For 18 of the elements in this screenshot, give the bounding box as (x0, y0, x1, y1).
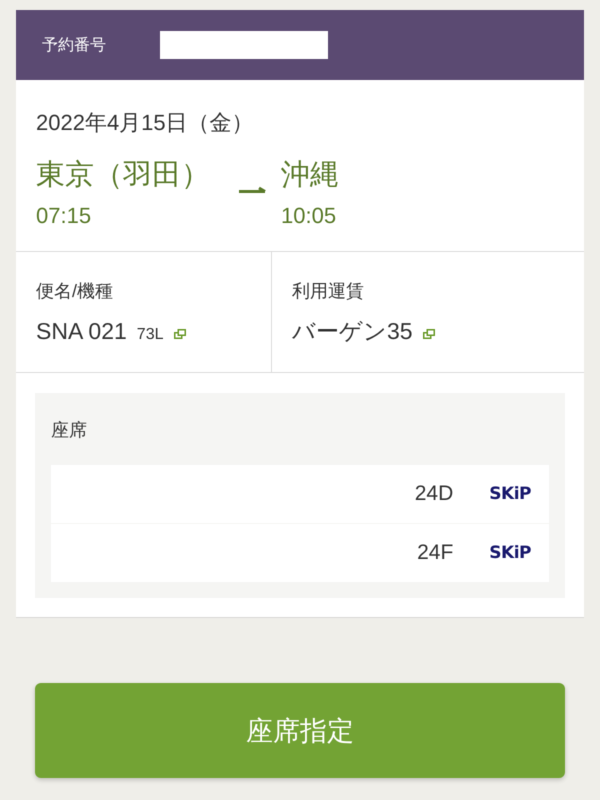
departure-time: 07:15 (36, 202, 92, 230)
detail-value: SNA 021 (36, 317, 127, 346)
destination-city: 沖縄 (281, 158, 339, 193)
aircraft-type: 73L (136, 326, 164, 344)
skip-logo: SKiP (489, 484, 531, 504)
skip-logo: SKiP (489, 543, 531, 563)
reservation-label: 予約番号 (42, 36, 106, 56)
detail-value: バーゲン35 (292, 317, 413, 346)
seat-title: 座席 (51, 419, 88, 442)
flight-date: 2022年4月15日（金） (36, 109, 255, 137)
detail-label: 利用運賃 (292, 280, 365, 303)
detail-label: 便名/機種 (36, 280, 114, 303)
origin-city: 東京（羽田） (36, 158, 210, 193)
arrow-icon (239, 185, 267, 194)
seat-number: 24F (417, 541, 454, 565)
seat-selection-button[interactable]: 座席指定 (35, 683, 565, 778)
arrival-time: 10:05 (281, 202, 338, 230)
seat-number: 24D (414, 482, 454, 506)
